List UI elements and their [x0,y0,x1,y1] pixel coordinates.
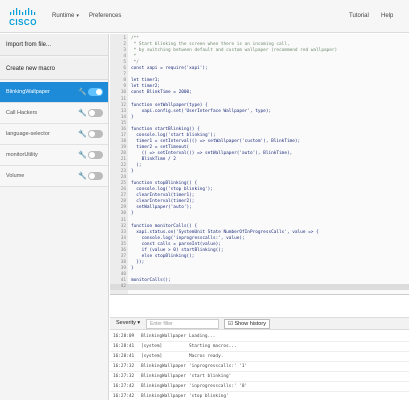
log-message: Macros ready. [189,354,224,359]
code-editor[interactable]: 1/** 2 * Start blinking the screen when t… [110,34,409,294]
log-entry: 16:27:42 BlinkingWallpaper'stop blinking' [110,392,409,400]
toggle-knob [89,173,95,179]
log-entry: 16:27:32 BlinkingWallpaper'inprogresscall… [110,362,409,372]
log-message: Starting macros... [189,344,237,349]
console-panel: Severity ▾ ☑ Show history 16:28:09 Blinki… [110,294,409,400]
macro-name: language-selector [6,131,50,137]
log-time: 16:28:09 [113,334,135,339]
toggle-knob [89,131,95,137]
log-source: BlinkingWallpaper [141,394,186,399]
log-source: BlinkingWallpaper [141,334,186,339]
toggle-knob [89,110,95,116]
log-source: BlinkingWallpaper [141,384,186,389]
macro-item[interactable]: monitorUtility 🔧 [0,145,108,166]
log-time: 16:27:32 [113,364,135,369]
import-from-file-button[interactable]: Import from file... [0,34,108,56]
toggle-knob [96,89,102,95]
macro-name: BlinkingWallpaper [6,89,50,95]
tutorial-link[interactable]: Tutorial [349,13,369,19]
wrench-icon[interactable]: 🔧 [78,145,87,166]
toggle-knob [89,152,95,158]
wrench-icon[interactable]: 🔧 [78,124,87,145]
log-entry: 16:28:09 BlinkingWallpaper Loading... [110,332,409,342]
macro-sidebar: Import from file... Create new macro Bli… [0,34,109,400]
macro-item[interactable]: Volume 🔧 [0,166,108,187]
wrench-icon[interactable]: 🔧 [78,103,87,124]
macro-item[interactable]: Call Hackers 🔧 [0,103,108,124]
log-source: [system] [141,354,163,359]
filter-input[interactable] [146,319,219,329]
macro-toggle[interactable] [88,130,103,138]
top-bar: CISCO Runtime ▾ Preferences Tutorial Help [0,0,409,33]
wrench-icon[interactable]: 🔧 [78,82,87,103]
runtime-menu[interactable]: Runtime ▾ [52,13,79,19]
console-toolbar: Severity ▾ ☑ Show history [110,317,409,330]
macro-name: monitorUtility [6,152,38,158]
log-message: Loading... [189,334,216,339]
help-link[interactable]: Help [381,13,393,19]
log-time: 16:27:42 [113,384,135,389]
macro-toggle[interactable] [88,109,103,117]
macro-list: BlinkingWallpaper 🔧 Call Hackers 🔧 language-… [0,82,108,187]
log-message: 'stop blinking' [189,394,229,399]
macro-item[interactable]: language-selector 🔧 [0,124,108,145]
log-time: 16:27:32 [113,374,135,379]
code-line: 42 [110,284,409,291]
log-entry: 16:28:41 [system] Macros ready. [110,352,409,362]
log-message: 'inprogresscalls:' '1' [189,364,248,369]
macro-name: Volume [6,173,25,179]
runtime-label: Runtime [52,13,75,19]
create-new-macro-button[interactable]: Create new macro [0,58,108,80]
severity-dropdown[interactable]: Severity ▾ [116,320,140,326]
log-entry: 16:27:32 BlinkingWallpaper'start blinking… [110,372,409,382]
macro-toggle[interactable] [88,172,103,180]
wrench-icon[interactable]: 🔧 [78,166,87,187]
preferences-menu[interactable]: Preferences [89,13,121,19]
log-time: 16:28:41 [113,344,135,349]
macro-toggle[interactable] [88,151,103,159]
log-entry: 16:28:41 [system] Starting macros... [110,342,409,352]
log-source: [system] [141,344,163,349]
log-time: 16:28:41 [113,354,135,359]
macro-item[interactable]: BlinkingWallpaper 🔧 [0,82,108,103]
log-message: 'inprogresscalls:' '0' [189,384,248,389]
log-source: BlinkingWallpaper [141,364,186,369]
macro-toggle[interactable] [88,88,103,96]
log-entry: 16:27:42 BlinkingWallpaper'inprogresscall… [110,382,409,392]
logo-text: CISCO [9,18,37,27]
cisco-bridge-icon [10,8,36,15]
macro-name: Call Hackers [6,110,38,116]
chevron-down-icon: ▾ [76,13,79,19]
show-history-button[interactable]: ☑ Show history [224,319,270,329]
log-source: BlinkingWallpaper [141,374,186,379]
line-number: 42 [120,284,126,290]
log-message: 'start blinking' [189,374,232,379]
log-time: 16:27:42 [113,394,135,399]
cisco-logo: CISCO [8,7,38,27]
